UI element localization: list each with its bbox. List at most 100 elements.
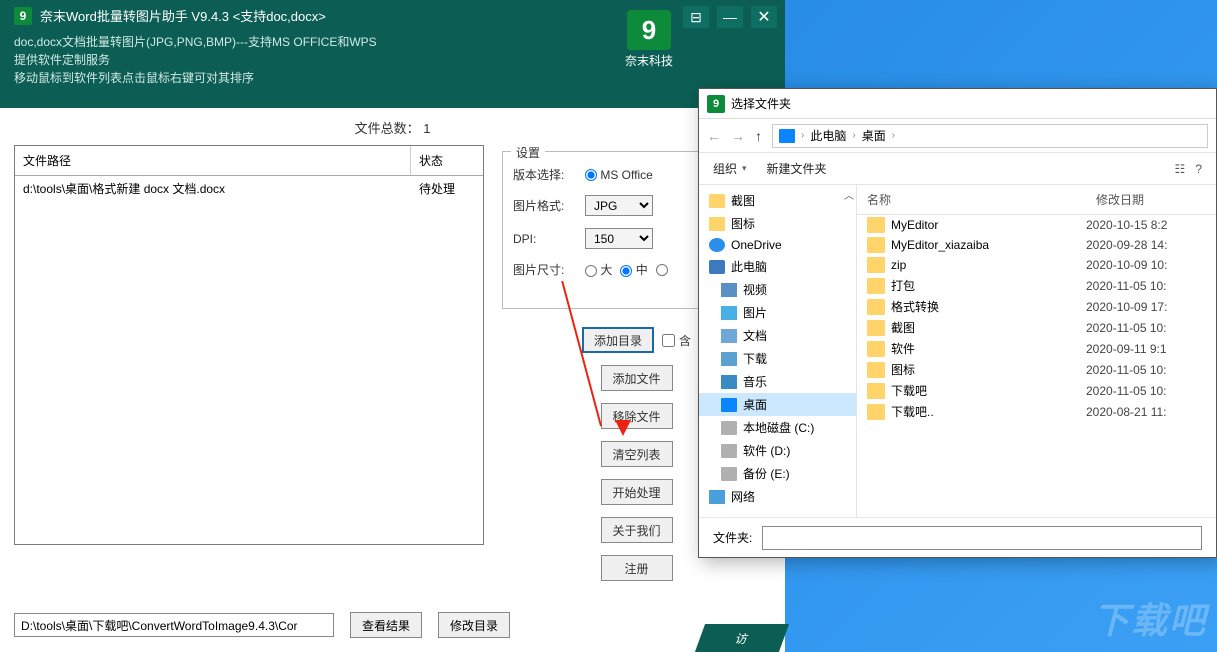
list-item[interactable]: 截图2020-11-05 10: bbox=[857, 317, 1216, 338]
include-checkbox[interactable]: 含 bbox=[662, 332, 691, 349]
cell-status: 待处理 bbox=[411, 176, 483, 201]
list-item-name: MyEditor_xiazaiba bbox=[891, 238, 1086, 252]
list-header-name[interactable]: 名称 bbox=[857, 185, 1086, 214]
list-item[interactable]: 打包2020-11-05 10: bbox=[857, 275, 1216, 296]
tree-item[interactable]: 音乐 bbox=[699, 370, 856, 393]
size-mid-radio[interactable]: 中 bbox=[620, 261, 647, 278]
format-select[interactable]: JPG bbox=[585, 195, 653, 216]
tree-item[interactable]: 备份 (E:) bbox=[699, 462, 856, 485]
size-big-radio[interactable]: 大 bbox=[585, 261, 612, 278]
tree-item-label: 软件 (D:) bbox=[743, 442, 790, 459]
list-item[interactable]: 软件2020-09-11 9:1 bbox=[857, 338, 1216, 359]
minimize-button[interactable]: — bbox=[717, 6, 743, 28]
folder-icon bbox=[867, 404, 885, 420]
list-item[interactable]: 下载吧..2020-08-21 11: bbox=[857, 401, 1216, 422]
version-msoffice-radio[interactable]: MS Office bbox=[585, 168, 653, 182]
remove-file-button[interactable]: 移除文件 bbox=[601, 403, 673, 429]
register-button[interactable]: 注册 bbox=[601, 555, 673, 581]
list-item[interactable]: zip2020-10-09 10: bbox=[857, 255, 1216, 275]
file-total-label: 文件总数： bbox=[355, 121, 420, 136]
watermark-text: 下载吧 bbox=[1093, 592, 1207, 644]
output-path-input[interactable] bbox=[14, 613, 334, 637]
settings-legend: 设置 bbox=[511, 144, 545, 161]
tree-item[interactable]: OneDrive bbox=[699, 235, 856, 255]
folder-icon bbox=[721, 375, 737, 389]
list-header-date[interactable]: 修改日期 bbox=[1086, 185, 1216, 214]
nav-forward-icon[interactable]: → bbox=[731, 128, 745, 144]
folder-icon bbox=[867, 237, 885, 253]
dpi-label: DPI: bbox=[513, 232, 573, 246]
folder-icon bbox=[721, 283, 737, 297]
tree-item[interactable]: 截图 bbox=[699, 189, 856, 212]
dpi-select[interactable]: 150 bbox=[585, 228, 653, 249]
list-item-name: 图标 bbox=[891, 361, 1086, 378]
app-logo-icon: 9 bbox=[14, 7, 32, 25]
tree-scroll-up-icon[interactable]: ︿ bbox=[844, 187, 854, 202]
tree-item[interactable]: 本地磁盘 (C:) bbox=[699, 416, 856, 439]
breadcrumb-pc-icon bbox=[779, 129, 795, 143]
pin-button[interactable]: ⊟ bbox=[683, 6, 709, 28]
add-file-button[interactable]: 添加文件 bbox=[601, 365, 673, 391]
nav-up-icon[interactable]: ↑ bbox=[755, 128, 762, 144]
folder-list[interactable]: MyEditor2020-10-15 8:2MyEditor_xiazaiba2… bbox=[857, 215, 1216, 517]
tree-item[interactable]: 图标 bbox=[699, 212, 856, 235]
list-item[interactable]: 下载吧2020-11-05 10: bbox=[857, 380, 1216, 401]
new-folder-button[interactable]: 新建文件夹 bbox=[767, 160, 827, 177]
add-directory-button[interactable]: 添加目录 bbox=[582, 327, 654, 353]
tree-item-label: 下载 bbox=[743, 350, 767, 367]
change-dir-button[interactable]: 修改目录 bbox=[438, 612, 510, 638]
view-result-button[interactable]: 查看结果 bbox=[350, 612, 422, 638]
col-header-path[interactable]: 文件路径 bbox=[15, 146, 411, 175]
list-item-name: 软件 bbox=[891, 340, 1086, 357]
list-item[interactable]: 格式转换2020-10-09 17: bbox=[857, 296, 1216, 317]
tree-item-label: 备份 (E:) bbox=[743, 465, 790, 482]
folder-icon bbox=[721, 444, 737, 458]
close-button[interactable]: ✕ bbox=[751, 6, 777, 28]
breadcrumb-desktop[interactable]: 桌面 bbox=[862, 127, 886, 144]
col-header-status[interactable]: 状态 bbox=[411, 146, 483, 175]
list-item-date: 2020-11-05 10: bbox=[1086, 321, 1216, 335]
breadcrumb[interactable]: › 此电脑 › 桌面 › bbox=[772, 124, 1208, 148]
size-small-radio[interactable] bbox=[656, 263, 668, 277]
format-label: 图片格式: bbox=[513, 197, 573, 214]
folder-icon bbox=[867, 320, 885, 336]
table-row[interactable]: d:\tools\桌面\格式新建 docx 文档.docx 待处理 bbox=[15, 176, 483, 201]
list-item-name: 格式转换 bbox=[891, 298, 1086, 315]
folder-icon bbox=[867, 341, 885, 357]
folder-name-label: 文件夹: bbox=[713, 529, 752, 546]
list-item-date: 2020-11-05 10: bbox=[1086, 279, 1216, 293]
tree-item[interactable]: 下载 bbox=[699, 347, 856, 370]
organize-button[interactable]: 组织 bbox=[713, 160, 747, 177]
start-process-button[interactable]: 开始处理 bbox=[601, 479, 673, 505]
list-item[interactable]: MyEditor_xiazaiba2020-09-28 14: bbox=[857, 235, 1216, 255]
list-item-date: 2020-09-11 9:1 bbox=[1086, 342, 1216, 356]
clear-list-button[interactable]: 清空列表 bbox=[601, 441, 673, 467]
list-item-date: 2020-09-28 14: bbox=[1086, 238, 1216, 252]
tree-item[interactable]: 此电脑 bbox=[699, 255, 856, 278]
file-table[interactable]: 文件路径 状态 d:\tools\桌面\格式新建 docx 文档.docx 待处… bbox=[14, 145, 484, 545]
tree-item[interactable]: 软件 (D:) bbox=[699, 439, 856, 462]
background-tab[interactable]: 访 bbox=[695, 624, 789, 652]
folder-icon bbox=[721, 421, 737, 435]
view-mode-icon[interactable]: ☷ bbox=[1175, 162, 1186, 176]
tree-item-label: 网络 bbox=[731, 488, 755, 505]
tree-item-label: 文档 bbox=[743, 327, 767, 344]
folder-name-input[interactable] bbox=[762, 526, 1202, 550]
help-icon[interactable]: ? bbox=[1195, 162, 1202, 176]
nav-back-icon[interactable]: ← bbox=[707, 128, 721, 144]
about-button[interactable]: 关于我们 bbox=[601, 517, 673, 543]
folder-icon bbox=[709, 217, 725, 231]
brand-badge: 9 奈末科技 bbox=[623, 10, 675, 69]
brand-logo-icon: 9 bbox=[627, 10, 671, 50]
tree-item[interactable]: 视频 bbox=[699, 278, 856, 301]
folder-tree[interactable]: ︿ 截图图标OneDrive此电脑视频图片文档下载音乐桌面本地磁盘 (C:) 软件… bbox=[699, 185, 857, 517]
tree-item[interactable]: 网络 bbox=[699, 485, 856, 508]
tree-item[interactable]: 图片 bbox=[699, 301, 856, 324]
folder-select-dialog: 9 选择文件夹 ← → ↑ › 此电脑 › 桌面 › 组织 新建文件夹 ☷ ? … bbox=[698, 88, 1217, 558]
list-item[interactable]: MyEditor2020-10-15 8:2 bbox=[857, 215, 1216, 235]
folder-icon bbox=[721, 329, 737, 343]
list-item[interactable]: 图标2020-11-05 10: bbox=[857, 359, 1216, 380]
tree-item[interactable]: 文档 bbox=[699, 324, 856, 347]
tree-item[interactable]: 桌面 bbox=[699, 393, 856, 416]
breadcrumb-pc[interactable]: 此电脑 bbox=[810, 127, 846, 144]
